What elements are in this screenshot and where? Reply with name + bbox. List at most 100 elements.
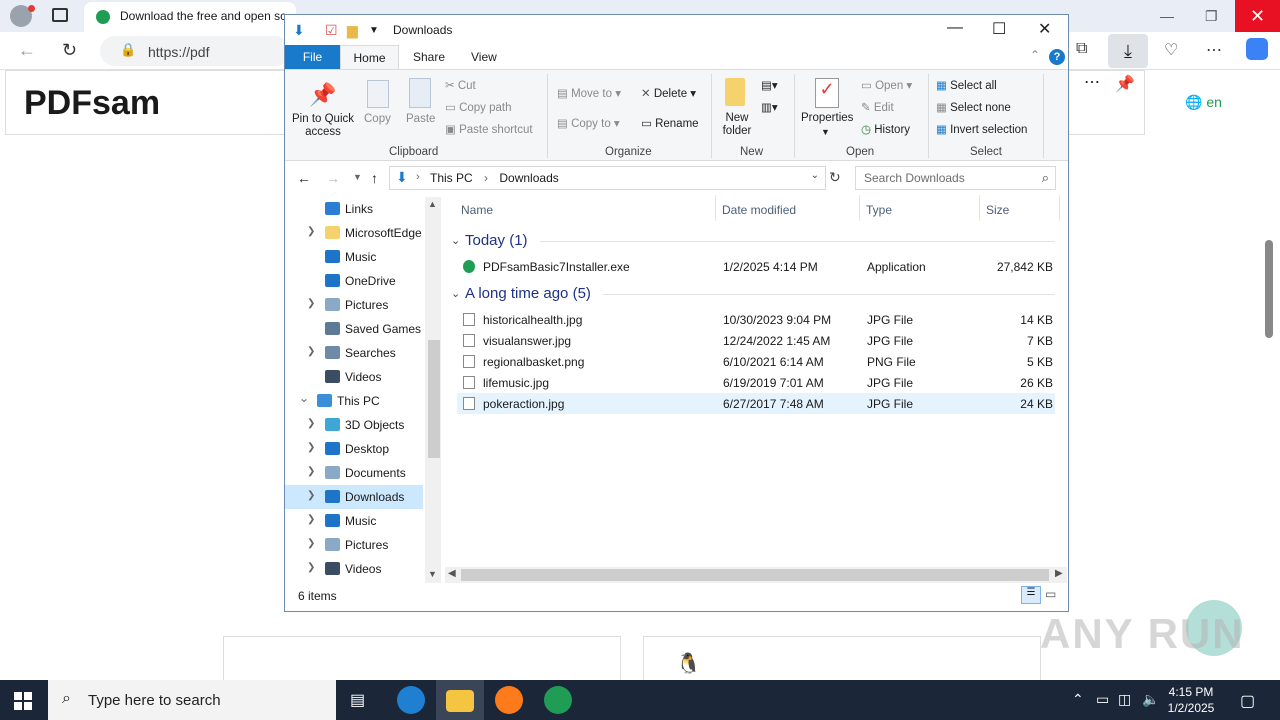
chevron-down-icon[interactable]: ⌄	[299, 391, 309, 405]
nav-item-links[interactable]: Links	[285, 197, 423, 221]
tab-actions-icon[interactable]	[52, 8, 68, 22]
cut-button[interactable]: ✂ Cut	[445, 78, 476, 92]
refresh-icon[interactable]: ↻	[62, 40, 77, 61]
refresh-icon[interactable]: ↻	[829, 169, 841, 186]
nav-item-music[interactable]: Music	[285, 245, 423, 269]
properties-dropdown-icon[interactable]: ▼	[821, 127, 830, 137]
group-header-today[interactable]: Today (1)	[465, 232, 528, 249]
chevron-right-icon[interactable]: ❯	[307, 562, 315, 573]
notifications-icon[interactable]: ▢	[1240, 691, 1255, 711]
windows-start-icon[interactable]	[14, 692, 32, 710]
paste-button[interactable]: Paste	[406, 113, 435, 125]
column-divider[interactable]	[979, 195, 980, 221]
show-hidden-icons-icon[interactable]: ⌃	[1072, 691, 1084, 708]
performance-icon[interactable]: ♡	[1164, 40, 1178, 60]
paste-shortcut-button[interactable]: ▣ Paste shortcut	[445, 122, 533, 136]
rename-button[interactable]: ▭ Rename	[641, 116, 699, 130]
nav-item-saved-games[interactable]: Saved Games	[285, 317, 423, 341]
tab-share[interactable]: Share	[413, 50, 445, 64]
firefox-icon[interactable]	[495, 686, 523, 714]
back-icon[interactable]: ←	[18, 40, 36, 61]
pdfsam-installer-taskbar-icon[interactable]	[544, 686, 572, 714]
network-icon[interactable]: ◫	[1118, 691, 1131, 708]
nav-item-searches[interactable]: ❯ Searches	[285, 341, 423, 365]
properties-button[interactable]: Properties	[801, 112, 853, 124]
chevron-right-icon[interactable]: ❯	[307, 346, 315, 357]
invert-selection-button[interactable]: ▦ Invert selection	[936, 122, 1027, 136]
pin-quick-access-button[interactable]: Pin to Quick access	[291, 113, 355, 139]
chevron-right-icon[interactable]: ❯	[307, 466, 315, 477]
tab-view[interactable]: View	[471, 50, 497, 64]
chevron-right-icon[interactable]: ❯	[307, 514, 315, 525]
horizontal-scrollbar-thumb[interactable]	[461, 569, 1049, 581]
page-scrollbar[interactable]	[1262, 70, 1280, 680]
scroll-right-icon[interactable]: ▶	[1055, 568, 1063, 579]
task-view-icon[interactable]: ▤	[350, 690, 365, 710]
column-size[interactable]: Size	[986, 203, 1009, 217]
file-row[interactable]: lifemusic.jpg 6/19/2019 7:01 AM JPG File…	[457, 372, 1055, 393]
nav-item-documents[interactable]: ❯ Documents	[285, 461, 423, 485]
column-date-modified[interactable]: Date modified	[722, 203, 796, 217]
downloads-icon[interactable]: ⤓	[1108, 34, 1148, 68]
chevron-right-icon[interactable]: ❯	[307, 490, 315, 501]
chevron-right-icon[interactable]: ❯	[307, 538, 315, 549]
properties-quick-icon[interactable]: ☑	[325, 22, 338, 39]
file-row[interactable]: visualanswer.jpg 12/24/2022 1:45 AM JPG …	[457, 330, 1055, 351]
column-name[interactable]: Name	[461, 203, 493, 217]
nav-item-desktop[interactable]: ❯ Desktop	[285, 437, 423, 461]
search-box[interactable]: Search Downloads ⌕	[855, 166, 1056, 190]
minimize-icon[interactable]: —	[1160, 8, 1174, 24]
collapse-ribbon-icon[interactable]: ⌃	[1030, 48, 1040, 62]
nav-scrollbar-thumb[interactable]	[428, 340, 440, 458]
browser-tab[interactable]: Download the free and open sc	[84, 2, 296, 32]
restore-icon[interactable]: ❐	[1205, 8, 1218, 25]
nav-scroll-up-icon[interactable]: ▲	[428, 199, 437, 209]
address-dropdown-icon[interactable]: ⌄	[811, 170, 819, 181]
column-divider[interactable]	[859, 195, 860, 221]
chevron-right-icon[interactable]: ❯	[307, 418, 315, 429]
delete-button[interactable]: ✕ Delete ▾	[641, 86, 696, 100]
group-header-long-ago[interactable]: A long time ago (5)	[465, 285, 591, 302]
new-item-icon[interactable]: ▤▾	[761, 78, 778, 92]
page-scrollbar-thumb[interactable]	[1265, 240, 1273, 338]
new-folder-button[interactable]: New folder	[721, 112, 753, 138]
details-view-icon[interactable]: ☰	[1021, 586, 1041, 604]
file-row[interactable]: historicalhealth.jpg 10/30/2023 9:04 PM …	[457, 309, 1055, 330]
group-collapse-icon[interactable]: ⌄	[451, 287, 460, 300]
nav-item-downloads[interactable]: ❯ Downloads	[285, 485, 423, 509]
nav-item-onedrive[interactable]: OneDrive	[285, 269, 423, 293]
copilot-icon[interactable]	[1246, 38, 1268, 60]
pin-icon[interactable]: 📌	[1115, 74, 1135, 94]
edit-button[interactable]: ✎ Edit	[861, 100, 894, 114]
volume-icon[interactable]: 🔈	[1142, 691, 1159, 708]
history-button[interactable]: ◷ History	[861, 122, 910, 136]
new-folder-quick-icon[interactable]: ▆	[347, 22, 358, 39]
customize-quick-access-icon[interactable]: ▼	[369, 25, 379, 36]
taskbar-search[interactable]: ⌕ Type here to search	[48, 680, 336, 720]
group-collapse-icon[interactable]: ⌄	[451, 234, 460, 247]
device-icon[interactable]: ▭	[1096, 691, 1109, 708]
site-logo[interactable]: PDFsam	[24, 84, 160, 123]
apple-download-card[interactable]	[223, 636, 621, 680]
open-button[interactable]: ▭ Open ▾	[861, 78, 912, 92]
split-screen-icon[interactable]: ⧉	[1076, 40, 1087, 58]
select-none-button[interactable]: ▦ Select none	[936, 100, 1011, 114]
address-bar[interactable]: ⬇ › This PC › Downloads ⌄	[389, 166, 826, 190]
help-icon[interactable]: ?	[1049, 49, 1065, 65]
nav-item-this-pc[interactable]: ⌄ This PC	[285, 389, 423, 413]
minimize-window-icon[interactable]: —	[947, 19, 963, 37]
copy-button[interactable]: Copy	[364, 113, 391, 125]
language-selector[interactable]: 🌐 en	[1185, 94, 1222, 111]
scroll-left-icon[interactable]: ◀	[448, 568, 456, 579]
more-options-icon[interactable]: ⋯	[1084, 72, 1100, 92]
nav-item-pictures[interactable]: ❯ Pictures	[285, 293, 423, 317]
close-browser-button[interactable]: ✕	[1235, 0, 1280, 32]
breadcrumb-this-pc[interactable]: This PC	[430, 171, 473, 185]
copy-path-button[interactable]: ▭ Copy path	[445, 100, 512, 114]
chevron-right-icon[interactable]: ❯	[307, 226, 315, 237]
up-arrow-icon[interactable]: ↑	[371, 170, 378, 186]
tab-home[interactable]: Home	[340, 45, 399, 70]
breadcrumb-downloads[interactable]: Downloads	[499, 171, 558, 185]
close-window-icon[interactable]: ✕	[1038, 19, 1051, 39]
chevron-right-icon[interactable]: ❯	[307, 442, 315, 453]
